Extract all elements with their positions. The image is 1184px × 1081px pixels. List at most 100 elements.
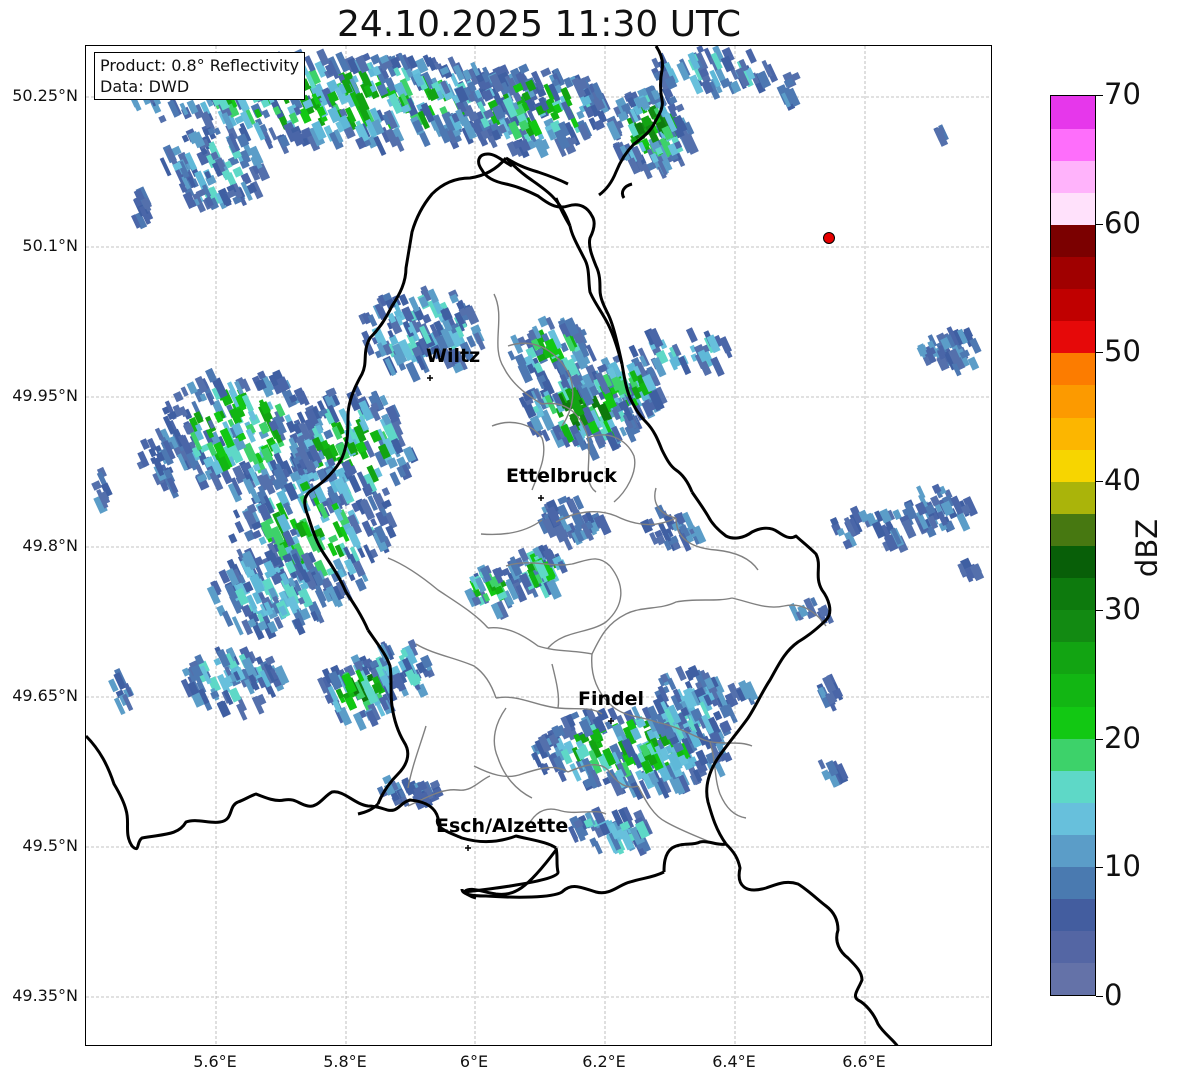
echo-cell — [370, 518, 378, 527]
city-label: Wiltz — [426, 345, 480, 367]
colorbar-segment — [1051, 288, 1095, 322]
lat-label: 49.5°N — [22, 836, 78, 855]
lat-label: 50.1°N — [22, 236, 78, 255]
product-info-box: Product: 0.8° Reflectivity Data: DWD — [94, 52, 306, 100]
lon-label: 5.6°E — [193, 1052, 237, 1071]
radar-site-marker — [823, 232, 835, 244]
colorbar-segment — [1051, 224, 1095, 258]
echo-cell — [389, 471, 401, 487]
echo-cell — [327, 542, 338, 557]
echo-cell — [817, 759, 826, 770]
colorbar-segment — [1051, 256, 1095, 290]
echo-cell — [261, 109, 271, 119]
echo-cell — [258, 536, 267, 546]
echo-cell — [328, 534, 339, 544]
colorbar-segment — [1051, 738, 1095, 771]
colorbar-tick-mark — [1096, 867, 1103, 869]
colorbar-tick-mark — [1096, 609, 1103, 611]
dbz-colorbar — [1050, 95, 1096, 996]
data-source-label: Data: DWD — [100, 77, 190, 96]
lon-label: 6.4°E — [712, 1052, 756, 1071]
lat-label: 50.25°N — [12, 86, 78, 105]
lat-label: 49.95°N — [12, 386, 78, 405]
colorbar-label: dBZ — [1130, 518, 1164, 578]
colorbar-segment — [1051, 160, 1095, 193]
lat-label: 49.65°N — [12, 686, 78, 705]
echo-cell — [213, 127, 221, 136]
colorbar-segment — [1051, 802, 1095, 835]
colorbar-tick-mark — [1096, 738, 1103, 740]
echo-cell — [675, 103, 685, 113]
lon-label: 5.8°E — [323, 1052, 367, 1071]
echo-cell — [323, 429, 334, 440]
colorbar-segment — [1051, 706, 1095, 739]
lat-label: 49.35°N — [12, 986, 78, 1005]
echo-cell — [507, 350, 516, 361]
city-label: Findel — [578, 688, 644, 710]
echo-cell — [677, 355, 692, 376]
colorbar-segment — [1051, 96, 1095, 129]
lon-label: 6°E — [459, 1052, 489, 1071]
echo-cell — [232, 509, 241, 519]
echo-cell — [231, 616, 244, 636]
colorbar-segment — [1051, 128, 1095, 161]
radar-site-dot — [823, 232, 835, 244]
colorbar-segment — [1051, 384, 1095, 418]
colorbar-tick-label: 60 — [1104, 205, 1141, 240]
radar-map-canvas: Wiltz Ettelbruck Findel Esch/Alzette — [86, 46, 991, 1045]
reflectivity-echoes — [91, 46, 985, 857]
city-label: Esch/Alzette — [436, 815, 568, 837]
echo-cell — [234, 520, 245, 534]
colorbar-segment — [1051, 641, 1095, 675]
colorbar-tick-label: 40 — [1104, 463, 1141, 498]
colorbar-tick-label: 10 — [1104, 849, 1141, 884]
colorbar-segment — [1051, 770, 1095, 803]
colorbar-tick-label: 70 — [1104, 77, 1141, 111]
colorbar-segment — [1051, 320, 1095, 354]
lon-label: 6.6°E — [842, 1052, 886, 1071]
city-label: Ettelbruck — [506, 465, 617, 487]
echo-cell — [158, 114, 167, 124]
colorbar-segment — [1051, 898, 1095, 932]
colorbar-segment — [1051, 449, 1095, 482]
echo-cell — [745, 48, 757, 64]
colorbar-segment — [1051, 962, 1095, 996]
echo-cell — [405, 361, 421, 383]
colorbar-segment — [1051, 417, 1095, 450]
radar-map[interactable]: Wiltz Ettelbruck Findel Esch/Alzette — [85, 45, 992, 1046]
city-marker-icon — [427, 375, 433, 381]
echo-cell — [685, 327, 698, 343]
lat-label: 49.8°N — [22, 536, 78, 555]
colorbar-segment — [1051, 481, 1095, 514]
lon-label: 6.2°E — [582, 1052, 626, 1071]
colorbar-segment — [1051, 577, 1095, 611]
colorbar-tick-mark — [1096, 352, 1103, 354]
city-marker-icon — [538, 495, 544, 501]
echo-cell — [710, 356, 725, 377]
colorbar-tick-label: 20 — [1104, 720, 1141, 755]
echo-cell — [593, 840, 603, 855]
echo-cell — [967, 356, 980, 371]
colorbar-segment — [1051, 866, 1095, 900]
echo-cell — [675, 665, 687, 682]
echo-cell — [297, 588, 314, 608]
colorbar-segment — [1051, 513, 1095, 546]
echo-cell — [381, 487, 391, 497]
echo-cell — [173, 391, 184, 403]
city-marker-icon — [465, 845, 471, 851]
colorbar-tick-mark — [1096, 996, 1103, 997]
colorbar-segment — [1051, 352, 1095, 386]
colorbar-segment — [1051, 673, 1095, 707]
colorbar-tick-mark — [1096, 95, 1103, 96]
colorbar-tick-label: 0 — [1104, 978, 1123, 1012]
colorbar-tick-label: 30 — [1104, 591, 1141, 626]
echo-cell — [557, 495, 569, 505]
echo-cell — [628, 344, 639, 358]
colorbar-segment — [1051, 834, 1095, 868]
echo-cell — [228, 533, 238, 544]
colorbar-segment — [1051, 192, 1095, 225]
map-title: 24.10.2025 11:30 UTC — [336, 4, 742, 45]
colorbar-segment — [1051, 930, 1095, 964]
colorbar-segment — [1051, 545, 1095, 579]
echo-cell — [357, 547, 366, 559]
